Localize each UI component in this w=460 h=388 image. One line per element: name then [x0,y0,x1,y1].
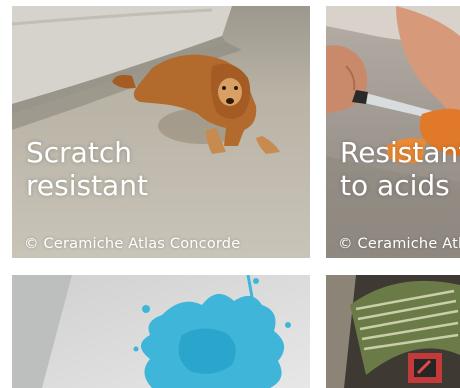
caption-line-2: resistant [26,169,148,202]
knife-carrot-photo [326,6,460,258]
photo-credit: © Ceramiche Atlas Concorde [24,236,241,252]
stain-resistant-tile[interactable] [12,275,310,388]
scratch-resistant-tile[interactable]: Scratch resistant © Ceramiche Atlas Conc… [12,6,310,258]
caption-line-1: Scratch [26,136,132,169]
tile-caption: Resistant to acids [340,136,460,202]
dog-on-floor-photo [12,6,310,258]
caption-line-2: to acids [340,169,450,202]
kitchen-grater-photo [326,275,460,388]
paint-splash-photo [12,275,310,388]
tile-caption: Scratch resistant [26,136,148,202]
acid-resistant-tile[interactable]: Resistant to acids © Ceramiche Atlas Con… [326,6,460,258]
photo-credit: © Ceramiche Atlas Concorde [338,236,460,252]
heat-resistant-tile[interactable] [326,275,460,388]
caption-line-1: Resistant [340,136,460,169]
